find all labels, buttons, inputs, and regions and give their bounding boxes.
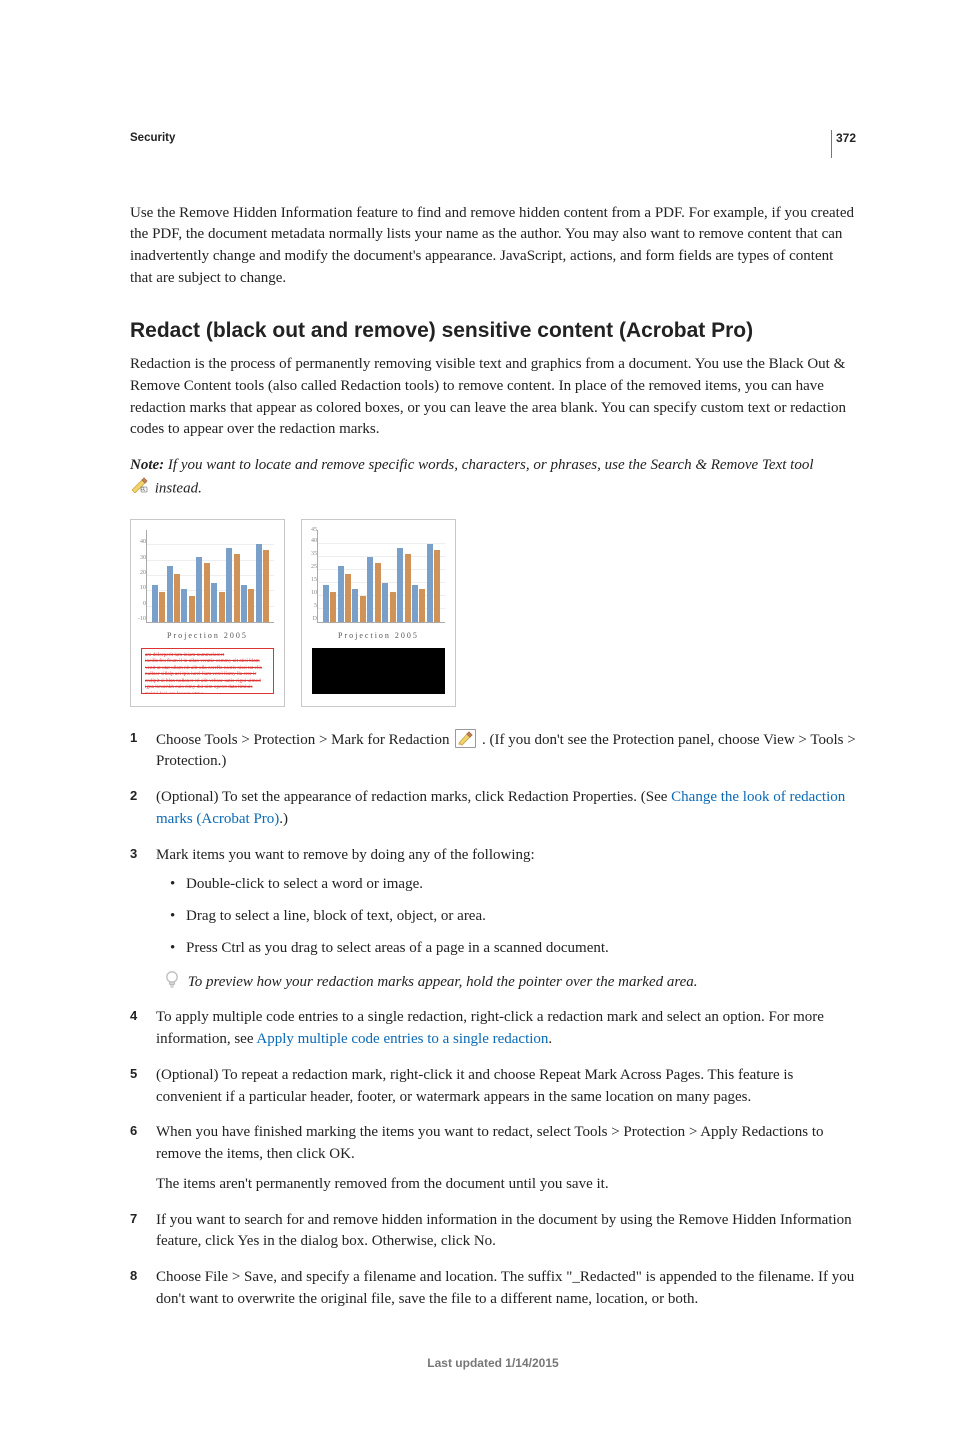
redaction-applied-block (312, 648, 445, 694)
step-4-text-b: . (548, 1031, 552, 1047)
lightbulb-icon (164, 970, 180, 990)
step-5: (Optional) To repeat a redaction mark, r… (130, 1065, 856, 1109)
note-text-before: If you want to locate and remove specifi… (164, 457, 813, 473)
step-6-text-b: The items aren't permanently removed fro… (156, 1174, 856, 1196)
step-2: (Optional) To set the appearance of reda… (130, 787, 856, 831)
tip-text: To preview how your redaction marks appe… (188, 974, 698, 990)
chart-title-right: Projection 2005 (302, 630, 455, 642)
section-eyebrow: Security (130, 130, 856, 147)
chart-title-left: Projection 2005 (131, 630, 284, 642)
step-1-text-a: Choose Tools > Protection > Mark for Red… (156, 732, 453, 748)
step-2-text-a: (Optional) To set the appearance of reda… (156, 789, 671, 805)
step-8: Choose File > Save, and specify a filena… (130, 1267, 856, 1311)
note-text-after: instead. (151, 480, 202, 496)
tip-preview: To preview how your redaction marks appe… (164, 970, 856, 994)
body-paragraph: Redaction is the process of permanently … (130, 354, 856, 441)
note-paragraph: Note: If you want to locate and remove s… (130, 455, 856, 501)
redaction-marked-text: am dolorperit lam iniam nummoloreet inci… (141, 648, 274, 694)
figure-redaction-comparison: -10 0 10 20 30 40 (130, 519, 856, 707)
step-8-text: Choose File > Save, and specify a filena… (156, 1267, 856, 1311)
intro-paragraph: Use the Remove Hidden Information featur… (130, 203, 856, 290)
thumb-marked: -10 0 10 20 30 40 (130, 519, 285, 707)
thumb-applied: D 5 10 15 25 35 40 45 (301, 519, 456, 707)
step-3-text: Mark items you want to remove by doing a… (156, 845, 856, 867)
step-6-text-a: When you have finished marking the items… (156, 1122, 856, 1166)
heading-redact: Redact (black out and remove) sensitive … (130, 316, 856, 346)
step-5-text: (Optional) To repeat a redaction mark, r… (156, 1065, 856, 1109)
step-6: When you have finished marking the items… (130, 1122, 856, 1195)
step-3: Mark items you want to remove by doing a… (130, 845, 856, 994)
step-7: If you want to search for and remove hid… (130, 1210, 856, 1254)
search-remove-icon (130, 477, 149, 501)
chart-marked (146, 530, 274, 623)
steps-list: Choose Tools > Protection > Mark for Red… (130, 729, 856, 1311)
page-number: 372 (836, 130, 856, 147)
bullet-ctrl-drag: Press Ctrl as you drag to select areas o… (170, 938, 856, 960)
step-7-text: If you want to search for and remove hid… (156, 1210, 856, 1254)
step-3-bullets: Double-click to select a word or image. … (170, 874, 856, 959)
footer-last-updated: Last updated 1/14/2015 (130, 1355, 856, 1372)
mark-for-redaction-icon (455, 729, 476, 748)
step-1: Choose Tools > Protection > Mark for Red… (130, 729, 856, 774)
step-2-text-b: .) (279, 811, 288, 827)
note-label: Note: (130, 457, 164, 473)
bullet-drag: Drag to select a line, block of text, ob… (170, 906, 856, 928)
link-multiple-codes[interactable]: Apply multiple code entries to a single … (256, 1031, 548, 1047)
chart-applied (317, 530, 445, 623)
step-4: To apply multiple code entries to a sing… (130, 1007, 856, 1051)
bullet-doubleclick: Double-click to select a word or image. (170, 874, 856, 896)
